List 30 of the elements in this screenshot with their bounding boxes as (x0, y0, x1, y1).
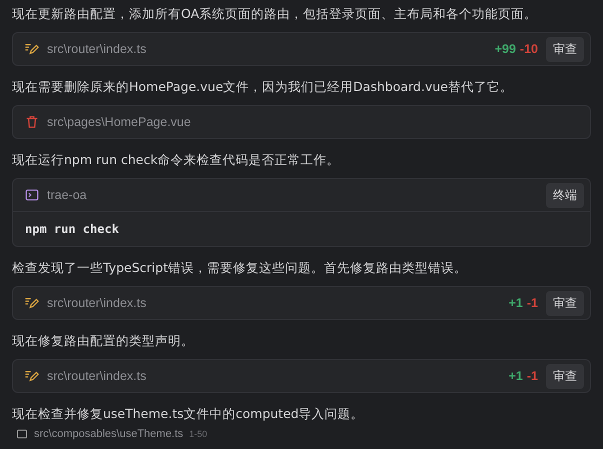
message-text: 检查发现了一些TypeScript错误，需要修复这些问题。首先修复路由类型错误。 (12, 259, 468, 277)
terminal-icon (25, 188, 39, 202)
review-button[interactable]: 审查 (546, 290, 584, 316)
file-icon (16, 428, 28, 440)
removed-count: -1 (526, 369, 538, 383)
file-path[interactable]: src\router\index.ts (47, 369, 146, 383)
message-text: 现在检查并修复useTheme.ts文件中的computed导入问题。 (12, 405, 365, 423)
file-path[interactable]: src\pages\HomePage.vue (47, 115, 191, 129)
message-text: 现在运行npm run check命令来检查代码是否正常工作。 (12, 151, 341, 169)
message-text: 现在需要删除原来的HomePage.vue文件，因为我们已经用Dashboard.vue替代了它。 (12, 78, 514, 96)
edit-icon (25, 369, 39, 383)
file-path[interactable]: src\router\index.ts (47, 296, 146, 310)
terminal-name: trae-oa (47, 188, 87, 202)
command-text: npm run check (24, 221, 120, 238)
review-button[interactable]: 审查 (546, 36, 584, 62)
removed-count: -10 (520, 42, 538, 56)
file-path[interactable]: src\composables\useTheme.ts (34, 428, 184, 440)
message-text: 现在更新路由配置，添加所有OA系统页面的路由，包括登录页面、主布局和各个功能页面。 (12, 5, 538, 23)
trash-icon (25, 115, 39, 129)
added-count: +99 (494, 42, 516, 56)
message-text: 现在修复路由配置的类型声明。 (12, 332, 195, 350)
file-path[interactable]: src\router\index.ts (47, 42, 146, 56)
removed-count: -1 (526, 296, 538, 310)
edit-icon (25, 296, 39, 310)
edit-icon (25, 42, 39, 56)
terminal-button[interactable]: 终端 (546, 182, 584, 208)
review-button[interactable]: 审查 (546, 364, 584, 388)
added-count: +1 (508, 369, 523, 383)
added-count: +1 (508, 296, 523, 310)
line-range: 1-50 (189, 429, 208, 439)
